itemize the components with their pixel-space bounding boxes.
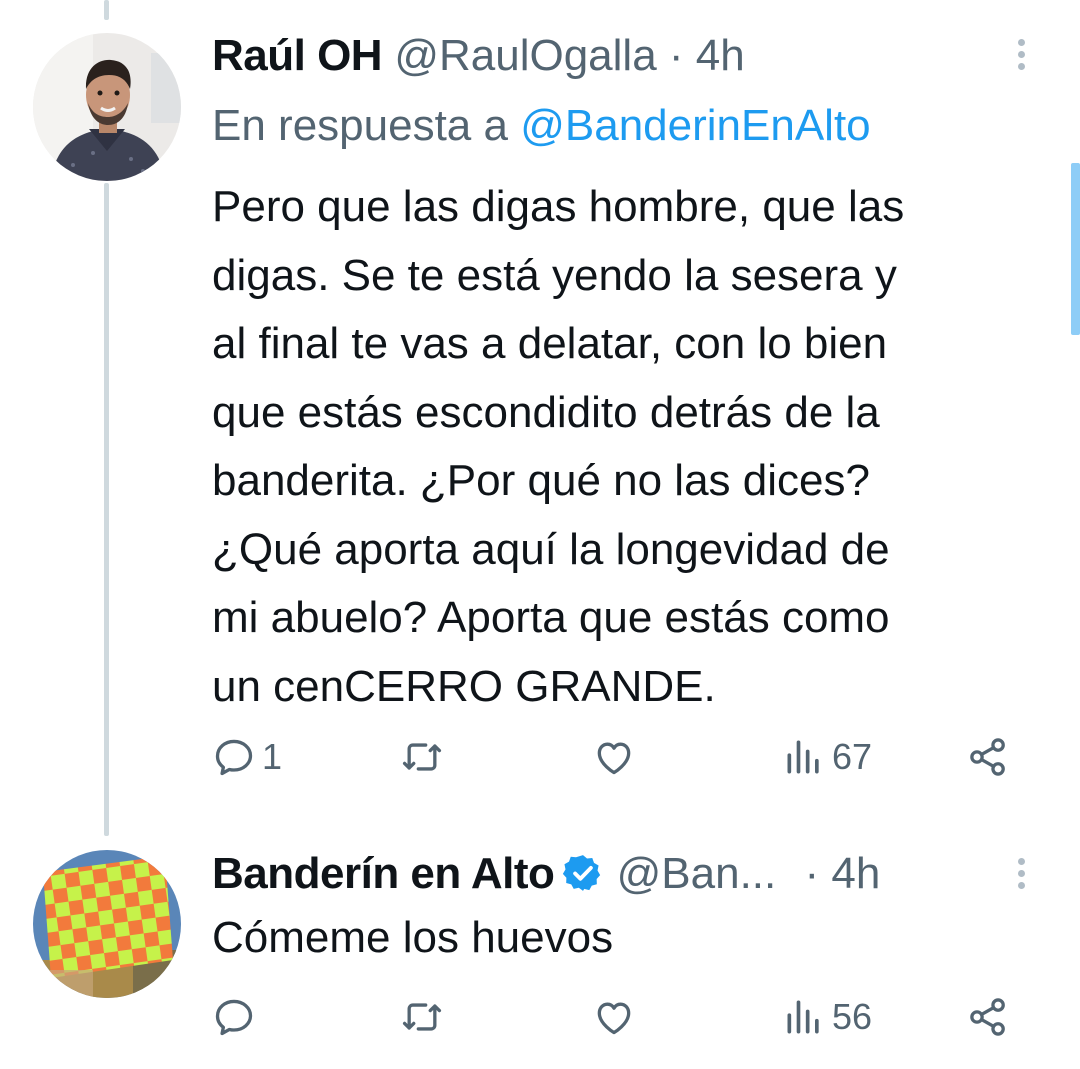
timestamp[interactable]: 4h — [831, 849, 880, 898]
thread-line-top — [104, 0, 109, 20]
reply-context: En respuesta a @BanderinEnAlto — [212, 100, 871, 152]
share-icon — [970, 998, 1005, 1036]
thread-line — [104, 183, 109, 836]
separator-dot: · — [804, 849, 820, 898]
tweet-text: Pero que las digas hombre, que las digas… — [212, 182, 905, 711]
retweet-icon — [402, 743, 442, 771]
author-name[interactable]: Banderín en Alto — [212, 849, 555, 898]
view-count: 67 — [832, 736, 873, 777]
avatar[interactable] — [33, 850, 181, 998]
timestamp[interactable]: 4h — [696, 31, 745, 80]
checkered-flag-avatar-icon — [33, 850, 181, 998]
avatar[interactable] — [33, 33, 181, 181]
share-icon — [970, 738, 1005, 776]
retweet-icon — [402, 1003, 442, 1031]
author-handle[interactable]: @Ban... — [617, 849, 777, 898]
tweet-actions: 56 — [212, 995, 1012, 1055]
tweet-header: Raúl OH @RaulOgalla · 4h — [212, 30, 745, 82]
heart-icon — [597, 742, 631, 775]
reply-button[interactable]: 1 — [212, 735, 282, 779]
author-handle[interactable]: @RaulOgalla — [394, 31, 656, 80]
view-count: 56 — [832, 996, 873, 1037]
retweet-button[interactable] — [400, 735, 450, 779]
separator-dot: · — [668, 31, 684, 80]
share-button[interactable] — [966, 735, 1010, 779]
author-name[interactable]: Raúl OH — [212, 31, 383, 80]
tweet-actions: 1 67 — [212, 735, 1012, 795]
reply-mention-link[interactable]: @BanderinEnAlto — [520, 101, 870, 150]
scrollbar-indicator[interactable] — [1071, 163, 1080, 335]
reply-icon — [215, 999, 253, 1036]
retweet-button[interactable] — [400, 995, 450, 1039]
share-button[interactable] — [966, 995, 1010, 1039]
avatar-photo-icon — [33, 33, 181, 181]
views-button[interactable]: 56 — [782, 995, 872, 1039]
more-vertical-icon[interactable] — [1018, 34, 1025, 75]
views-button[interactable]: 67 — [782, 735, 872, 779]
reply-button[interactable] — [212, 995, 262, 1039]
heart-icon — [597, 1002, 631, 1035]
verified-badge-icon — [563, 855, 601, 891]
like-button[interactable] — [592, 735, 642, 779]
views-icon — [787, 1000, 819, 1034]
views-icon — [787, 740, 819, 774]
more-vertical-icon[interactable] — [1018, 853, 1025, 894]
tweet-text: Cómeme los huevos — [212, 913, 614, 962]
reply-prefix: En respuesta a — [212, 101, 508, 150]
tweet-header: Banderín en Alto @Ban... · 4h — [212, 848, 880, 900]
reply-icon — [215, 739, 253, 776]
reply-count: 1 — [262, 736, 283, 777]
like-button[interactable] — [592, 995, 642, 1039]
